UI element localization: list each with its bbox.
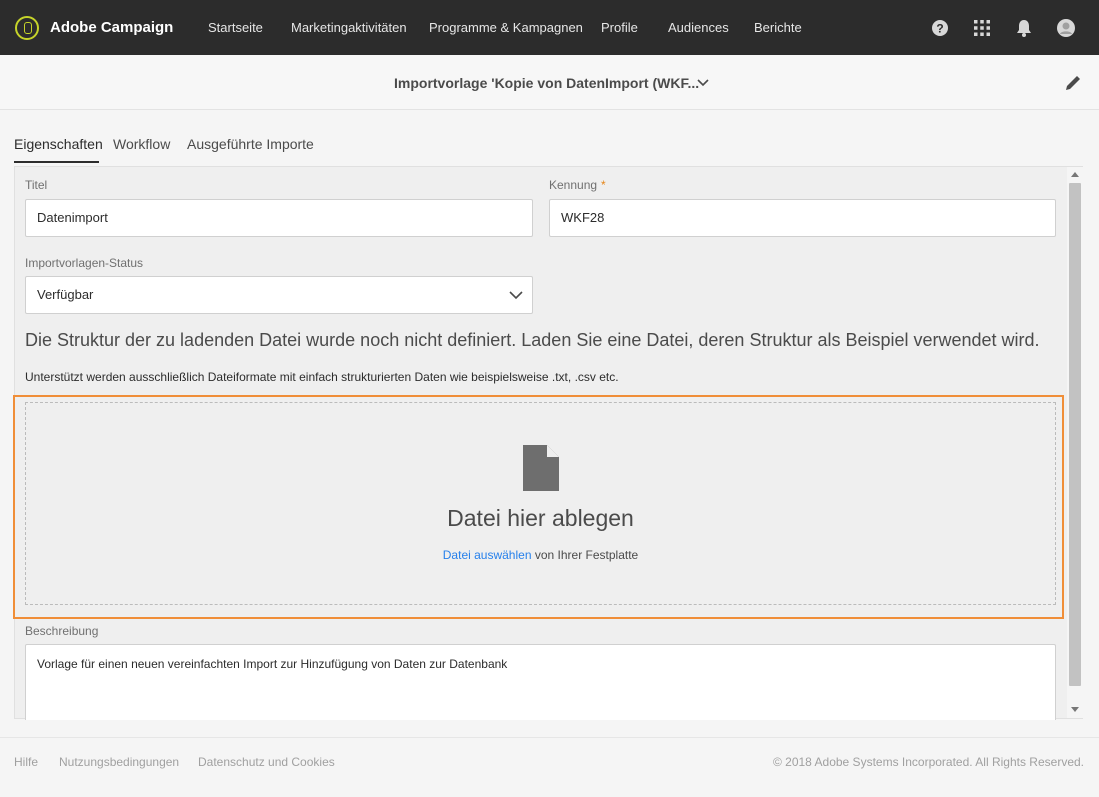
scroll-down-arrow-icon[interactable] — [1071, 707, 1079, 712]
help-icon[interactable]: ? — [930, 18, 950, 38]
chevron-down-icon[interactable] — [509, 290, 523, 300]
id-label: Kennung * — [549, 178, 606, 192]
file-icon — [523, 445, 559, 491]
dropzone-subtext: Datei auswählen von Ihrer Festplatte — [0, 548, 1081, 562]
file-dropzone[interactable] — [25, 402, 1056, 605]
title-label: Titel — [25, 178, 48, 192]
page-header: Importvorlage 'Kopie von DatenImport (WK… — [0, 55, 1099, 110]
nav-startseite[interactable]: Startseite — [208, 20, 263, 35]
adobe-campaign-logo[interactable] — [15, 16, 39, 40]
nav-profile[interactable]: Profile — [601, 20, 638, 35]
apps-grid-icon[interactable] — [972, 18, 992, 38]
nav-marketingaktivitaeten[interactable]: Marketingaktivitäten — [291, 20, 407, 35]
tab-eigenschaften[interactable]: Eigenschaften — [14, 136, 103, 152]
footer: Hilfe Nutzungsbedingungen Datenschutz un… — [0, 737, 1099, 797]
structure-info-heading: Die Struktur der zu ladenden Datei wurde… — [25, 330, 1040, 350]
description-textarea[interactable]: Vorlage für einen neuen vereinfachten Im… — [25, 644, 1056, 720]
bell-icon[interactable] — [1014, 18, 1034, 38]
edit-pencil-icon[interactable] — [1063, 73, 1083, 93]
id-input[interactable]: WKF28 — [549, 199, 1056, 237]
status-select[interactable]: Verfügbar — [25, 276, 533, 314]
footer-link-datenschutz[interactable]: Datenschutz und Cookies — [198, 755, 335, 769]
title-input[interactable]: Datenimport — [25, 199, 533, 237]
scrollbar-thumb[interactable] — [1069, 183, 1081, 686]
nav-programme-kampagnen[interactable]: Programme & Kampagnen — [429, 20, 583, 35]
choose-file-link[interactable]: Datei auswählen — [443, 548, 532, 562]
nav-berichte[interactable]: Berichte — [754, 20, 802, 35]
top-navigation-bar: Adobe Campaign Startseite Marketingaktiv… — [0, 0, 1099, 55]
description-label: Beschreibung — [25, 624, 99, 638]
footer-link-nutzungsbedingungen[interactable]: Nutzungsbedingungen — [59, 755, 179, 769]
dropzone-title: Datei hier ablegen — [447, 505, 634, 531]
dropzone-suffix: von Ihrer Festplatte — [531, 548, 639, 562]
nav-audiences[interactable]: Audiences — [668, 20, 729, 35]
footer-link-hilfe[interactable]: Hilfe — [14, 755, 38, 769]
supported-formats-note: Unterstützt werden ausschließlich Dateif… — [25, 370, 619, 384]
svg-text:?: ? — [936, 22, 943, 36]
page-title[interactable]: Importvorlage 'Kopie von DatenImport (WK… — [394, 75, 699, 91]
id-label-text: Kennung — [549, 178, 598, 192]
copyright: © 2018 Adobe Systems Incorporated. All R… — [772, 755, 1084, 769]
active-tab-indicator — [14, 161, 99, 163]
tab-workflow[interactable]: Workflow — [113, 136, 170, 152]
chevron-down-icon[interactable] — [697, 77, 709, 87]
scroll-up-arrow-icon[interactable] — [1071, 172, 1079, 177]
tab-ausgefuehrte-importe[interactable]: Ausgeführte Importe — [187, 136, 314, 152]
brand-name[interactable]: Adobe Campaign — [50, 19, 173, 36]
avatar[interactable] — [1056, 18, 1076, 38]
required-marker: * — [601, 178, 606, 192]
status-label: Importvorlagen-Status — [25, 256, 144, 270]
